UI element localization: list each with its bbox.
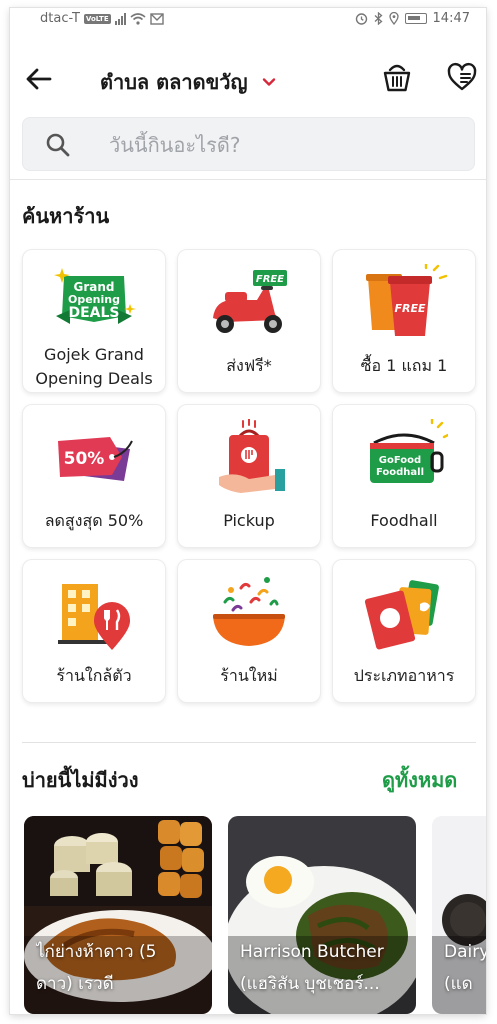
category-pickup[interactable]: Pickup: [177, 404, 321, 548]
restaurant-name: Dairy (แด: [444, 942, 486, 994]
category-cuisine[interactable]: ประเภทอาหาร: [332, 559, 476, 703]
pickup-bag-icon: [219, 419, 285, 493]
mail-icon: [149, 12, 164, 25]
category-label: ส่งฟรี*: [226, 356, 272, 375]
search-icon: [46, 133, 70, 157]
divider: [22, 742, 476, 743]
badge-grand: Grand: [74, 280, 115, 294]
battery-icon: [404, 13, 427, 24]
see-all-link[interactable]: ดูทั้งหมด: [382, 764, 457, 796]
restaurant-name: ไก่ย่างห้าดาว (5 ดาว) เรวดี: [36, 942, 157, 994]
category-label: ซื้อ 1 แถม 1: [360, 356, 448, 375]
free-badge: FREE: [256, 274, 284, 285]
favorites-heart-icon[interactable]: [446, 62, 478, 92]
restaurant-name: Harrison Butcher (แฮริสัน บุชเชอร์...: [240, 942, 384, 994]
volte-badge: VoLTE: [83, 13, 111, 24]
divider: [10, 179, 486, 180]
restaurant-card[interactable]: ไก่ย่างห้าดาว (5 ดาว) เรวดี: [24, 816, 212, 1014]
status-bar: dtac-T VoLTE 14:47: [10, 8, 486, 32]
grand-opening-deals-icon: Grand Opening DEALS: [54, 268, 136, 324]
find-restaurant-heading: ค้นหาร้าน: [22, 204, 110, 228]
badge-gofood: GoFood: [379, 455, 421, 466]
foodhall-bag-icon: GoFood Foodhall: [370, 419, 448, 483]
carrier-name: dtac-T: [40, 11, 80, 26]
category-label: ร้านใหม่: [220, 666, 278, 685]
category-label: ลดสูงสุด 50%: [44, 511, 144, 530]
top-app-bar: ตำบล ตลาดขวัญ: [10, 56, 486, 106]
bluetooth-icon: [374, 12, 383, 25]
category-discount[interactable]: 50% ลดสูงสุด 50%: [22, 404, 166, 548]
location-icon: [388, 12, 399, 25]
category-grand-opening-deals[interactable]: Grand Opening DEALS Gojek Grand Opening …: [22, 249, 166, 393]
basket-icon[interactable]: [380, 60, 414, 94]
chevron-down-icon: [262, 78, 275, 86]
category-label: ร้านใกล้ตัว: [56, 666, 132, 685]
category-label: Foodhall: [370, 511, 438, 530]
alarm-icon: [355, 13, 367, 25]
badge-foodhall: Foodhall: [376, 467, 424, 478]
search-input[interactable]: [109, 130, 449, 160]
discount-badge: 50%: [64, 449, 105, 469]
app-screen: dtac-T VoLTE 14:47 ตำบล ตลาดขวัญ วันนี้ก…: [10, 8, 486, 1014]
status-time: 14:47: [432, 11, 470, 26]
signal-icon: [114, 12, 126, 25]
category-foodhall[interactable]: GoFood Foodhall Foodhall: [332, 404, 476, 548]
free-badge: FREE: [394, 302, 425, 315]
search-bar[interactable]: [22, 117, 475, 171]
category-new-restaurant[interactable]: ร้านใหม่: [177, 559, 321, 703]
restaurant-card[interactable]: Harrison Butcher (แฮริสัน บุชเชอร์...: [228, 816, 416, 1014]
nearby-restaurant-icon: [58, 584, 130, 650]
category-label: ประเภทอาหาร: [353, 666, 455, 685]
free-delivery-scooter-icon: FREE: [213, 270, 287, 333]
category-buy-one-get-one[interactable]: FREE ซื้อ 1 แถม 1: [332, 249, 476, 393]
category-nearby[interactable]: ร้านใกล้ตัว: [22, 559, 166, 703]
restaurant-card[interactable]: Dairy (แด: [432, 816, 486, 1014]
location-title: ตำบล ตลาดขวัญ: [100, 70, 248, 94]
discount-tag-icon: 50%: [58, 437, 133, 481]
category-label: Pickup: [223, 511, 275, 530]
restaurant-carousel[interactable]: ไก่ย่างห้าดาว (5 ดาว) เรวดี Harrison But…: [24, 816, 486, 1014]
location-selector[interactable]: ตำบล ตลาดขวัญ: [100, 66, 276, 98]
category-free-delivery[interactable]: FREE ส่งฟรี*: [177, 249, 321, 393]
new-restaurant-bowl-icon: [213, 577, 285, 646]
afternoon-section-heading: บ่ายนี้ไม่มีง่วง: [22, 768, 139, 792]
category-label: Gojek Grand Opening Deals: [35, 345, 153, 388]
cuisine-menu-icon: [364, 580, 439, 650]
category-grid: Grand Opening DEALS Gojek Grand Opening …: [22, 249, 476, 703]
badge-deals: DEALS: [68, 305, 119, 321]
back-arrow-icon[interactable]: [24, 64, 54, 94]
buy-one-get-one-cups-icon: FREE: [366, 264, 448, 336]
wifi-icon: [130, 12, 146, 25]
